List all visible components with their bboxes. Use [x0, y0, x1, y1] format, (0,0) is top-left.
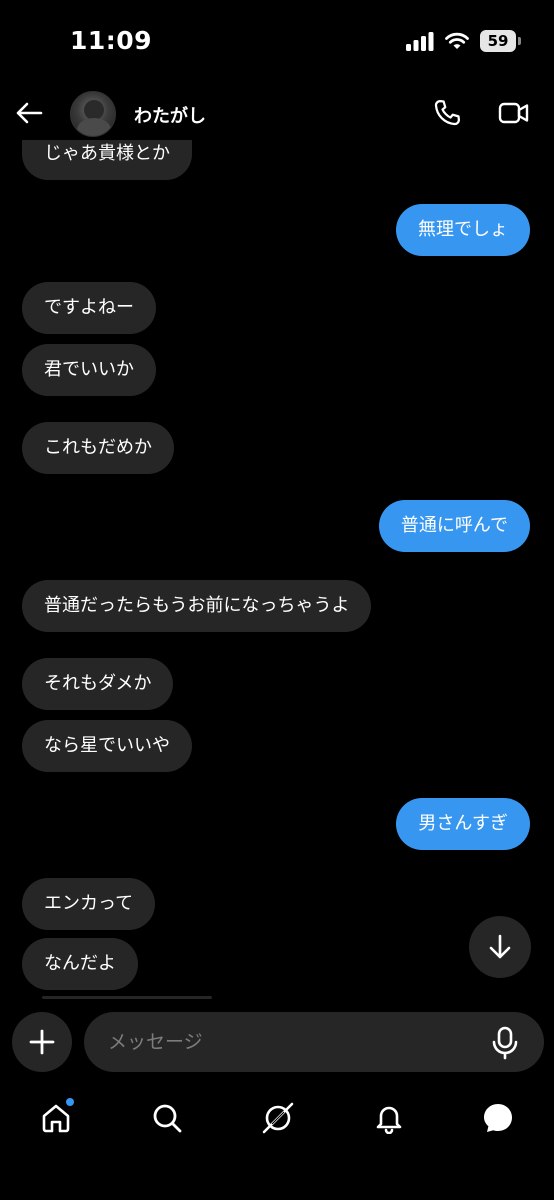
arrow-down-icon — [489, 934, 511, 959]
message-incoming[interactable]: 君でいいか — [22, 344, 156, 396]
nav-home[interactable] — [36, 1098, 76, 1138]
battery-indicator: 59 — [480, 30, 521, 52]
message-incoming[interactable]: これもだめか — [22, 422, 174, 474]
search-icon — [153, 1104, 182, 1133]
message-outgoing[interactable]: 普通に呼んで — [378, 500, 530, 552]
message-composer — [0, 1008, 554, 1074]
message-incoming[interactable]: なら星でいいや — [22, 720, 192, 772]
nav-messages[interactable] — [478, 1098, 518, 1138]
nav-explore[interactable] — [258, 1098, 298, 1138]
scroll-to-bottom-button[interactable] — [469, 916, 531, 978]
message-input[interactable] — [84, 1012, 544, 1072]
nav-search[interactable] — [147, 1098, 187, 1138]
status-bar: 11:09 59 — [0, 0, 554, 80]
plus-icon — [29, 1029, 55, 1055]
video-camera-icon — [498, 102, 529, 124]
phone-icon — [434, 100, 460, 126]
voice-message-button[interactable] — [490, 1026, 520, 1060]
wifi-icon — [445, 32, 469, 49]
contact-avatar[interactable] — [70, 91, 116, 137]
messages-icon — [484, 1104, 512, 1132]
contact-name[interactable]: わたがし — [134, 102, 206, 128]
add-attachment-button[interactable] — [12, 1012, 72, 1072]
message-incoming[interactable]: ですよねー — [22, 282, 156, 334]
message-incoming[interactable]: なんだよ — [22, 938, 138, 990]
video-call-button[interactable] — [498, 98, 530, 128]
message-incoming[interactable]: それもダメか — [22, 658, 174, 710]
chat-header: わたがし — [0, 82, 554, 146]
message-outgoing[interactable]: 男さんすぎ — [396, 798, 530, 850]
explore-icon — [262, 1102, 294, 1134]
arrow-left-icon — [16, 102, 43, 124]
microphone-icon — [492, 1026, 518, 1060]
message-incoming[interactable]: じゃあ貴様とか — [22, 140, 192, 180]
message-outgoing[interactable]: 無理でしょ — [396, 204, 530, 256]
status-time: 11:09 — [70, 26, 153, 55]
message-incoming[interactable]: エンカって — [22, 878, 156, 930]
home-icon — [42, 1104, 70, 1133]
notification-dot — [66, 1098, 74, 1106]
message-partial — [42, 996, 212, 999]
audio-call-button[interactable] — [432, 98, 462, 128]
bottom-navigation — [0, 1084, 554, 1154]
bell-icon — [376, 1106, 402, 1134]
status-icons: 59 — [406, 30, 521, 52]
back-button[interactable] — [14, 96, 44, 130]
message-incoming[interactable]: 普通だったらもうお前になっちゃうよ — [22, 580, 372, 632]
cellular-signal-icon — [406, 32, 434, 51]
nav-notifications[interactable] — [369, 1098, 409, 1138]
